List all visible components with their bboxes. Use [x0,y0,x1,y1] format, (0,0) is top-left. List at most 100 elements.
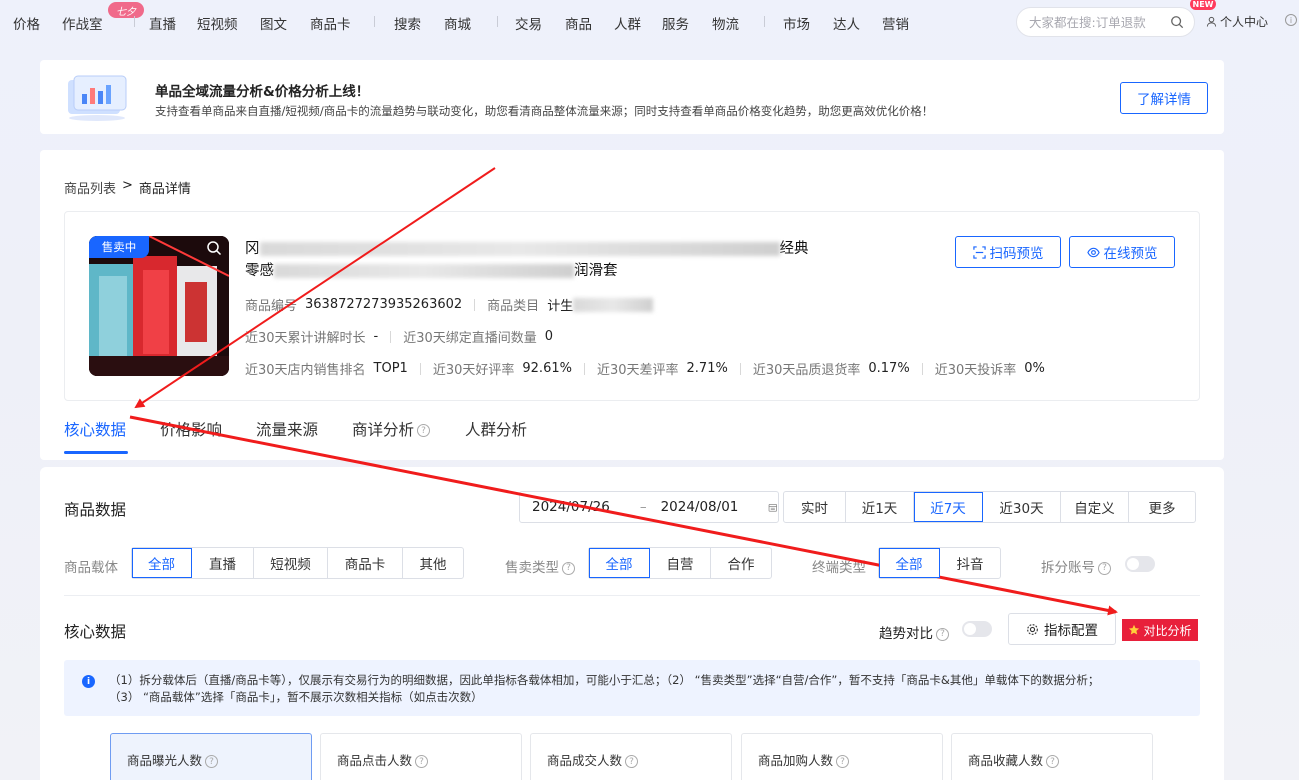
info-icon[interactable]: i [1285,14,1297,26]
info-icon: i [82,675,95,688]
product-title-l1-start: 冈 [245,241,260,257]
carrier-live[interactable]: 直播 [192,548,254,578]
terminal-douyin[interactable]: 抖音 [940,548,1000,578]
nav-item-trade[interactable]: 交易 [515,13,542,33]
range-realtime[interactable]: 实时 [784,492,846,522]
metric-card-deal[interactable]: 商品成交人数? [530,733,732,780]
personal-center-label: 个人中心 [1220,15,1269,29]
meta-divider [390,330,392,343]
compare-analysis-label: 对比分析 [1143,623,1192,638]
redacted-text [259,242,780,256]
breadcrumb-current: 商品详情 [138,182,191,197]
notice-line-1: （1）拆分载体后（直播/商品卡等），仅展示有交易行为的明细数据，因此单指标各载体… [109,673,1100,687]
nav-item-product-card[interactable]: 商品卡 [310,13,351,33]
nav-item-mall[interactable]: 商城 [444,13,471,33]
scan-icon [972,245,986,259]
range-30days[interactable]: 近30天 [983,492,1061,522]
carrier-product-card[interactable]: 商品卡 [328,548,403,578]
metric-config-button[interactable]: 指标配置 [1008,613,1116,645]
breadcrumb-product-list[interactable]: 商品列表 [64,178,116,197]
help-icon[interactable]: ? [205,755,219,768]
online-preview-button[interactable]: 在线预览 [1069,236,1175,268]
metric-card-exposure[interactable]: 商品曝光人数? [110,733,312,780]
sale-type-selector: 全部 自营 合作 [588,547,772,579]
help-icon[interactable]: ? [1098,561,1111,575]
date-start[interactable]: 2024/07/26 [532,499,610,515]
nav-item-market[interactable]: 市场 [783,13,810,33]
split-account-toggle[interactable] [1125,556,1155,572]
zoom-icon[interactable] [206,240,222,256]
date-end[interactable]: 2024/08/01 [661,499,739,515]
learn-more-button[interactable]: 了解详情 [1120,82,1208,114]
metric-card-click[interactable]: 商品点击人数? [320,733,522,780]
help-icon[interactable]: ? [1046,755,1060,768]
date-range-picker[interactable]: 2024/07/26 – 2024/08/01 [519,491,779,523]
eye-icon [1086,247,1100,257]
nav-item-war-room[interactable]: 作战室 [62,13,103,33]
nav-item-logistics[interactable]: 物流 [712,13,739,33]
complaint-rate-value: 0% [1024,361,1045,376]
nav-item-price[interactable]: 价格 [13,13,40,33]
sale-self[interactable]: 自营 [650,548,711,578]
nav-item-search[interactable]: 搜索 [394,13,421,33]
tab-price-impact[interactable]: 价格影响 [160,418,222,440]
product-title-l2-end: 润滑套 [574,263,618,279]
help-icon[interactable]: ? [562,561,575,575]
nav-item-talent[interactable]: 达人 [833,13,860,33]
help-icon[interactable]: ? [936,627,949,641]
nav-item-crowd[interactable]: 人群 [614,13,641,33]
compare-analysis-button[interactable]: 对比分析 [1122,619,1198,641]
nav-item-live[interactable]: 直播 [149,13,176,33]
help-icon[interactable]: ? [625,755,639,768]
metric-card-favorite[interactable]: 商品收藏人数? [951,733,1153,780]
calendar-icon[interactable] [768,501,778,514]
meta-divider [921,362,923,375]
personal-center-link[interactable]: 个人中心 [1206,13,1268,30]
quality-refund-label: 近30天品质退货率 [752,363,861,378]
tab-crowd-analysis[interactable]: 人群分析 [465,418,527,440]
split-account-label: 拆分账号? [1041,556,1111,576]
sale-type-label: 售卖类型? [505,556,575,576]
nav-item-goods[interactable]: 商品 [565,13,592,33]
nav-item-service[interactable]: 服务 [662,13,689,33]
range-custom[interactable]: 自定义 [1061,492,1129,522]
category-label: 商品类目 [487,299,540,314]
sales-rank-value: TOP1 [373,361,408,376]
nav-item-graphic[interactable]: 图文 [260,13,287,33]
range-more[interactable]: 更多 [1129,492,1195,522]
star-icon [1129,624,1140,635]
carrier-other[interactable]: 其他 [403,548,463,578]
terminal-all[interactable]: 全部 [879,548,940,578]
range-7days[interactable]: 近7天 [914,492,983,522]
global-search[interactable] [1016,7,1195,37]
help-icon[interactable]: ? [417,424,431,437]
user-icon [1206,16,1217,27]
category-value: 计生 [547,299,574,314]
metric-card-cart[interactable]: 商品加购人数? [741,733,943,780]
tab-core-data[interactable]: 核心数据 [64,418,126,440]
product-title: 冈 经典 零感 润滑套 [245,238,865,282]
range-1day[interactable]: 近1天 [846,492,914,522]
notice-line-2: （3） “商品载体”选择「商品卡」，暂不展示次数相关指标（如点击次数） [109,690,483,704]
search-input[interactable] [1029,15,1169,30]
help-icon[interactable]: ? [415,755,429,768]
tab-traffic-source[interactable]: 流量来源 [256,418,318,440]
nav-item-short-video[interactable]: 短视频 [197,13,238,33]
carrier-all[interactable]: 全部 [132,548,192,578]
meta-divider [474,298,476,311]
trend-compare-toggle[interactable] [962,621,992,637]
help-icon[interactable]: ? [836,755,850,768]
search-icon[interactable] [1170,15,1184,29]
sale-all[interactable]: 全部 [589,548,650,578]
breadcrumb: 商品列表 > 商品详情 [64,178,191,197]
carrier-short-video[interactable]: 短视频 [254,548,328,578]
redacted-text [573,297,654,312]
scan-preview-button[interactable]: 扫码预览 [955,236,1061,268]
product-title-l2-start: 零感 [245,263,274,279]
carrier-selector: 全部 直播 短视频 商品卡 其他 [131,547,464,579]
qixi-badge: 七夕 [108,2,144,18]
nav-item-marketing[interactable]: 营销 [882,13,909,33]
tab-detail-analysis[interactable]: 商详分析? [352,418,431,440]
sale-partner[interactable]: 合作 [711,548,771,578]
core-data-title: 核心数据 [64,623,127,641]
